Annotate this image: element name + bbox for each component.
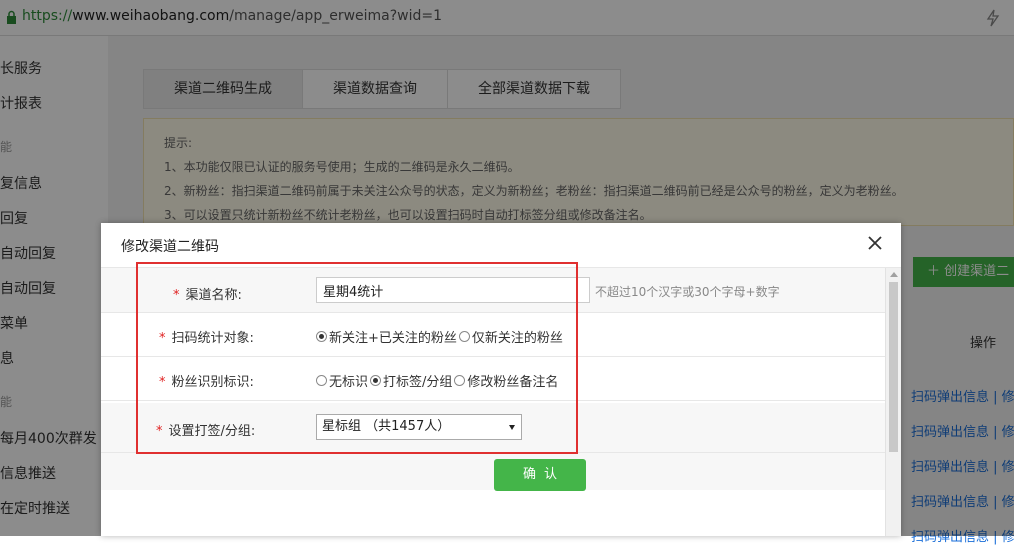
radio-dot-icon (370, 375, 382, 386)
fan-identity-label-text: 粉丝识别标识: (171, 375, 254, 390)
form-row-scan-target: * 扫码统计对象: 新关注+已关注的粉丝 仅新关注的粉丝 (101, 313, 885, 357)
tag-group-selected-value: 星标组 （共1457人） (322, 419, 451, 434)
modal-scrollbar[interactable] (885, 268, 901, 536)
channel-name-label-text: 渠道名称: (185, 288, 242, 303)
close-icon[interactable] (865, 233, 885, 253)
channel-name-label: * 渠道名称: (173, 284, 242, 303)
required-mark: * (156, 424, 163, 439)
radio-edit-remark[interactable]: 修改粉丝备注名 (454, 371, 558, 390)
radio-label: 新关注+已关注的粉丝 (329, 331, 457, 346)
radio-label: 无标识 (329, 375, 369, 390)
tag-group-select[interactable]: 星标组 （共1457人） (316, 414, 522, 440)
form-row-fan-identity: * 粉丝识别标识: 无标识 打标签/分组 修改粉丝备注名 (101, 357, 885, 401)
channel-name-hint: 不超过10个汉字或30个字母+数字 (595, 285, 780, 299)
modal-body: * 渠道名称: 不超过10个汉字或30个字母+数字 * 扫码统计对象: 新关注+已关… (101, 268, 885, 536)
radio-new-fans-only[interactable]: 仅新关注的粉丝 (458, 327, 563, 346)
edit-channel-modal: 修改渠道二维码 * 渠道名称: 不超过10个汉字或30个字母+数字 * 扫码统计对象… (101, 223, 901, 536)
modal-title: 修改渠道二维码 (121, 239, 219, 255)
radio-dot-icon (454, 375, 466, 386)
radio-new-and-existing-fans[interactable]: 新关注+已关注的粉丝 (316, 327, 457, 346)
form-footer-band (101, 453, 885, 490)
radio-tag-group[interactable]: 打标签/分组 (370, 371, 452, 390)
scan-target-radio-group: 新关注+已关注的粉丝 仅新关注的粉丝 (316, 327, 565, 346)
scan-target-label-text: 扫码统计对象: (171, 331, 254, 346)
dropdown-arrow-icon (509, 425, 515, 430)
form-row-tag-group: * 设置打签/分组: 星标组 （共1457人） (101, 403, 885, 453)
scan-target-label: * 扫码统计对象: (159, 327, 254, 346)
fan-identity-label: * 粉丝识别标识: (159, 371, 254, 390)
required-mark: * (159, 331, 166, 346)
tag-group-label: * 设置打签/分组: (156, 420, 255, 439)
confirm-button[interactable]: 确认 (494, 459, 586, 491)
fan-identity-radio-group: 无标识 打标签/分组 修改粉丝备注名 (316, 371, 560, 390)
radio-label: 仅新关注的粉丝 (471, 331, 563, 346)
radio-dot-icon (458, 331, 470, 342)
required-mark: * (173, 288, 180, 303)
modal-header: 修改渠道二维码 (101, 223, 901, 268)
radio-no-identity[interactable]: 无标识 (316, 371, 368, 390)
scroll-up-arrow-icon[interactable] (890, 272, 898, 277)
required-mark: * (159, 375, 166, 390)
scrollbar-thumb[interactable] (889, 282, 898, 452)
radio-dot-icon (316, 331, 327, 342)
form-row-channel-name: * 渠道名称: 不超过10个汉字或30个字母+数字 (101, 268, 885, 313)
radio-label: 打标签/分组 (383, 375, 453, 390)
channel-name-input[interactable] (316, 277, 590, 303)
tag-group-label-text: 设置打签/分组: (168, 424, 256, 439)
radio-dot-icon (316, 375, 327, 386)
radio-label: 修改粉丝备注名 (467, 375, 559, 390)
